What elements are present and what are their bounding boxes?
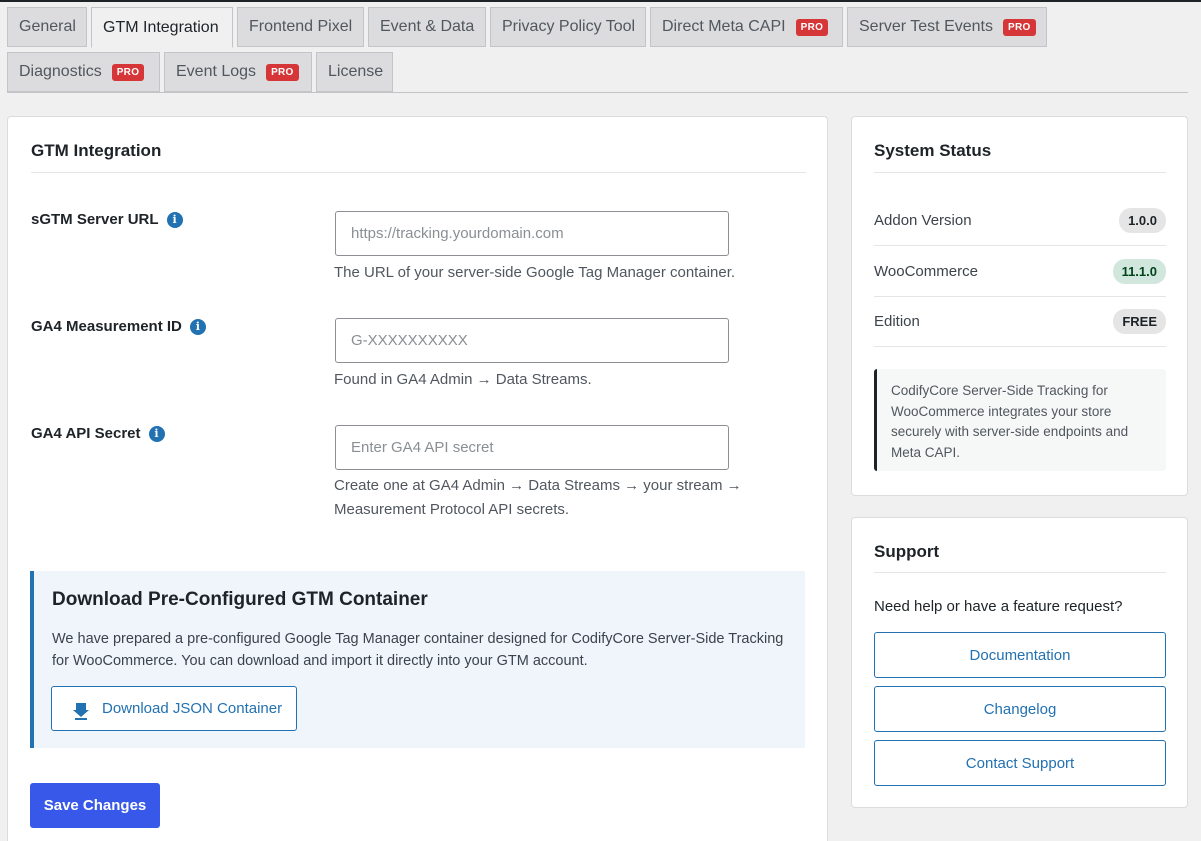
download-json-button[interactable]: Download JSON Container: [51, 686, 297, 731]
sgtm-server-url-help: The URL of your server-side Google Tag M…: [334, 264, 736, 281]
ga4-measurement-id-help: Found in GA4 Admin → Data Streams.: [334, 371, 592, 388]
status-label: WooCommerce: [874, 262, 978, 280]
tab-diagnostics[interactable]: Diagnostics PRO: [7, 52, 160, 92]
tab-privacy-policy-tool[interactable]: Privacy Policy Tool: [490, 7, 646, 47]
ga4-measurement-id-label: GA4 Measurement ID i: [31, 318, 206, 335]
info-icon[interactable]: i: [189, 318, 206, 335]
tab-frontend-pixel[interactable]: Frontend Pixel: [237, 7, 364, 47]
contact-support-button[interactable]: Contact Support: [874, 740, 1166, 786]
card-divider: [874, 172, 1166, 173]
tab-license[interactable]: License: [316, 52, 393, 92]
tab-label: Diagnostics: [19, 63, 102, 80]
tab-label: Direct Meta CAPI: [662, 18, 786, 35]
download-title: Download Pre-Configured GTM Container: [52, 589, 428, 610]
download-description: We have prepared a pre-configured Google…: [52, 631, 784, 669]
help-line: Measurement Protocol API secrets.: [334, 501, 570, 518]
changelog-button[interactable]: Changelog: [874, 686, 1166, 732]
tab-general[interactable]: General: [7, 7, 87, 47]
sgtm-server-url-label: sGTM Server URL i: [31, 211, 183, 228]
documentation-button[interactable]: Documentation: [874, 632, 1166, 678]
tab-event-logs[interactable]: Event Logs PRO: [164, 52, 312, 92]
card-title: Support: [874, 542, 940, 561]
support-card: Support Need help or have a feature requ…: [851, 517, 1188, 808]
input-placeholder: G-XXXXXXXXXX: [351, 332, 468, 349]
tab-label: GTM Integration: [103, 18, 219, 36]
field-label-text: sGTM Server URL: [31, 211, 159, 228]
support-text: Need help or have a feature request?: [874, 598, 1123, 615]
status-row-woocommerce: WooCommerce 11.1.0: [874, 246, 1166, 296]
ga4-measurement-id-input[interactable]: G-XXXXXXXXXX: [335, 318, 729, 363]
tab-label: General: [19, 18, 76, 35]
card-divider: [874, 572, 1166, 573]
row-divider: [874, 346, 1166, 347]
status-row-addon-version: Addon Version 1.0.0: [874, 195, 1166, 245]
card-divider: [31, 172, 806, 173]
system-status-card: System Status Addon Version 1.0.0 WooCom…: [851, 116, 1188, 496]
download-container-notice: Download Pre-Configured GTM Container We…: [30, 571, 805, 748]
ga4-api-secret-help: Create one at GA4 Admin → Data Streams →…: [334, 474, 742, 522]
pro-badge: PRO: [266, 63, 299, 81]
field-label-text: GA4 API Secret: [31, 425, 141, 442]
status-badge: FREE: [1113, 308, 1166, 334]
tab-label: Event Logs: [176, 63, 257, 80]
card-title: System Status: [874, 141, 992, 160]
pro-badge: PRO: [795, 18, 829, 36]
tab-label: License: [328, 63, 384, 80]
tab-direct-meta-capi[interactable]: Direct Meta CAPI PRO: [650, 7, 843, 47]
tab-server-test-events[interactable]: Server Test Events PRO: [847, 7, 1047, 47]
pro-badge: PRO: [1002, 18, 1036, 36]
status-row-edition: Edition FREE: [874, 296, 1166, 346]
help-line: Create one at GA4 Admin → Data Streams →…: [334, 477, 742, 494]
field-label-text: GA4 Measurement ID: [31, 318, 182, 335]
download-button-label: Download JSON Container: [102, 700, 283, 717]
tab-label: Frontend Pixel: [249, 18, 353, 35]
tab-gtm-integration[interactable]: GTM Integration: [91, 7, 233, 48]
status-label: Addon Version: [874, 211, 972, 229]
tab-label: Privacy Policy Tool: [502, 18, 636, 35]
tab-label: Event & Data: [380, 18, 475, 35]
status-badge: 11.1.0: [1112, 258, 1166, 284]
tabs-divider: [7, 92, 1188, 93]
info-icon[interactable]: i: [148, 425, 165, 442]
status-label: Edition: [874, 312, 920, 330]
input-placeholder: https://tracking.yourdomain.com: [351, 225, 564, 242]
ga4-api-secret-input[interactable]: Enter GA4 API secret: [335, 425, 729, 470]
save-changes-button[interactable]: Save Changes: [30, 783, 160, 828]
sgtm-server-url-input[interactable]: https://tracking.yourdomain.com: [335, 211, 729, 256]
pro-badge: PRO: [111, 63, 145, 81]
tab-event-data[interactable]: Event & Data: [368, 7, 486, 47]
info-icon[interactable]: i: [166, 211, 183, 228]
input-placeholder: Enter GA4 API secret: [351, 439, 494, 456]
card-title: GTM Integration: [31, 141, 162, 160]
download-icon: [73, 702, 89, 720]
ga4-api-secret-label: GA4 API Secret i: [31, 425, 165, 442]
status-badge: 1.0.0: [1119, 207, 1166, 233]
plugin-description-note: CodifyCore Server-Side Tracking for WooC…: [874, 369, 1166, 471]
tab-label: Server Test Events: [859, 18, 993, 35]
